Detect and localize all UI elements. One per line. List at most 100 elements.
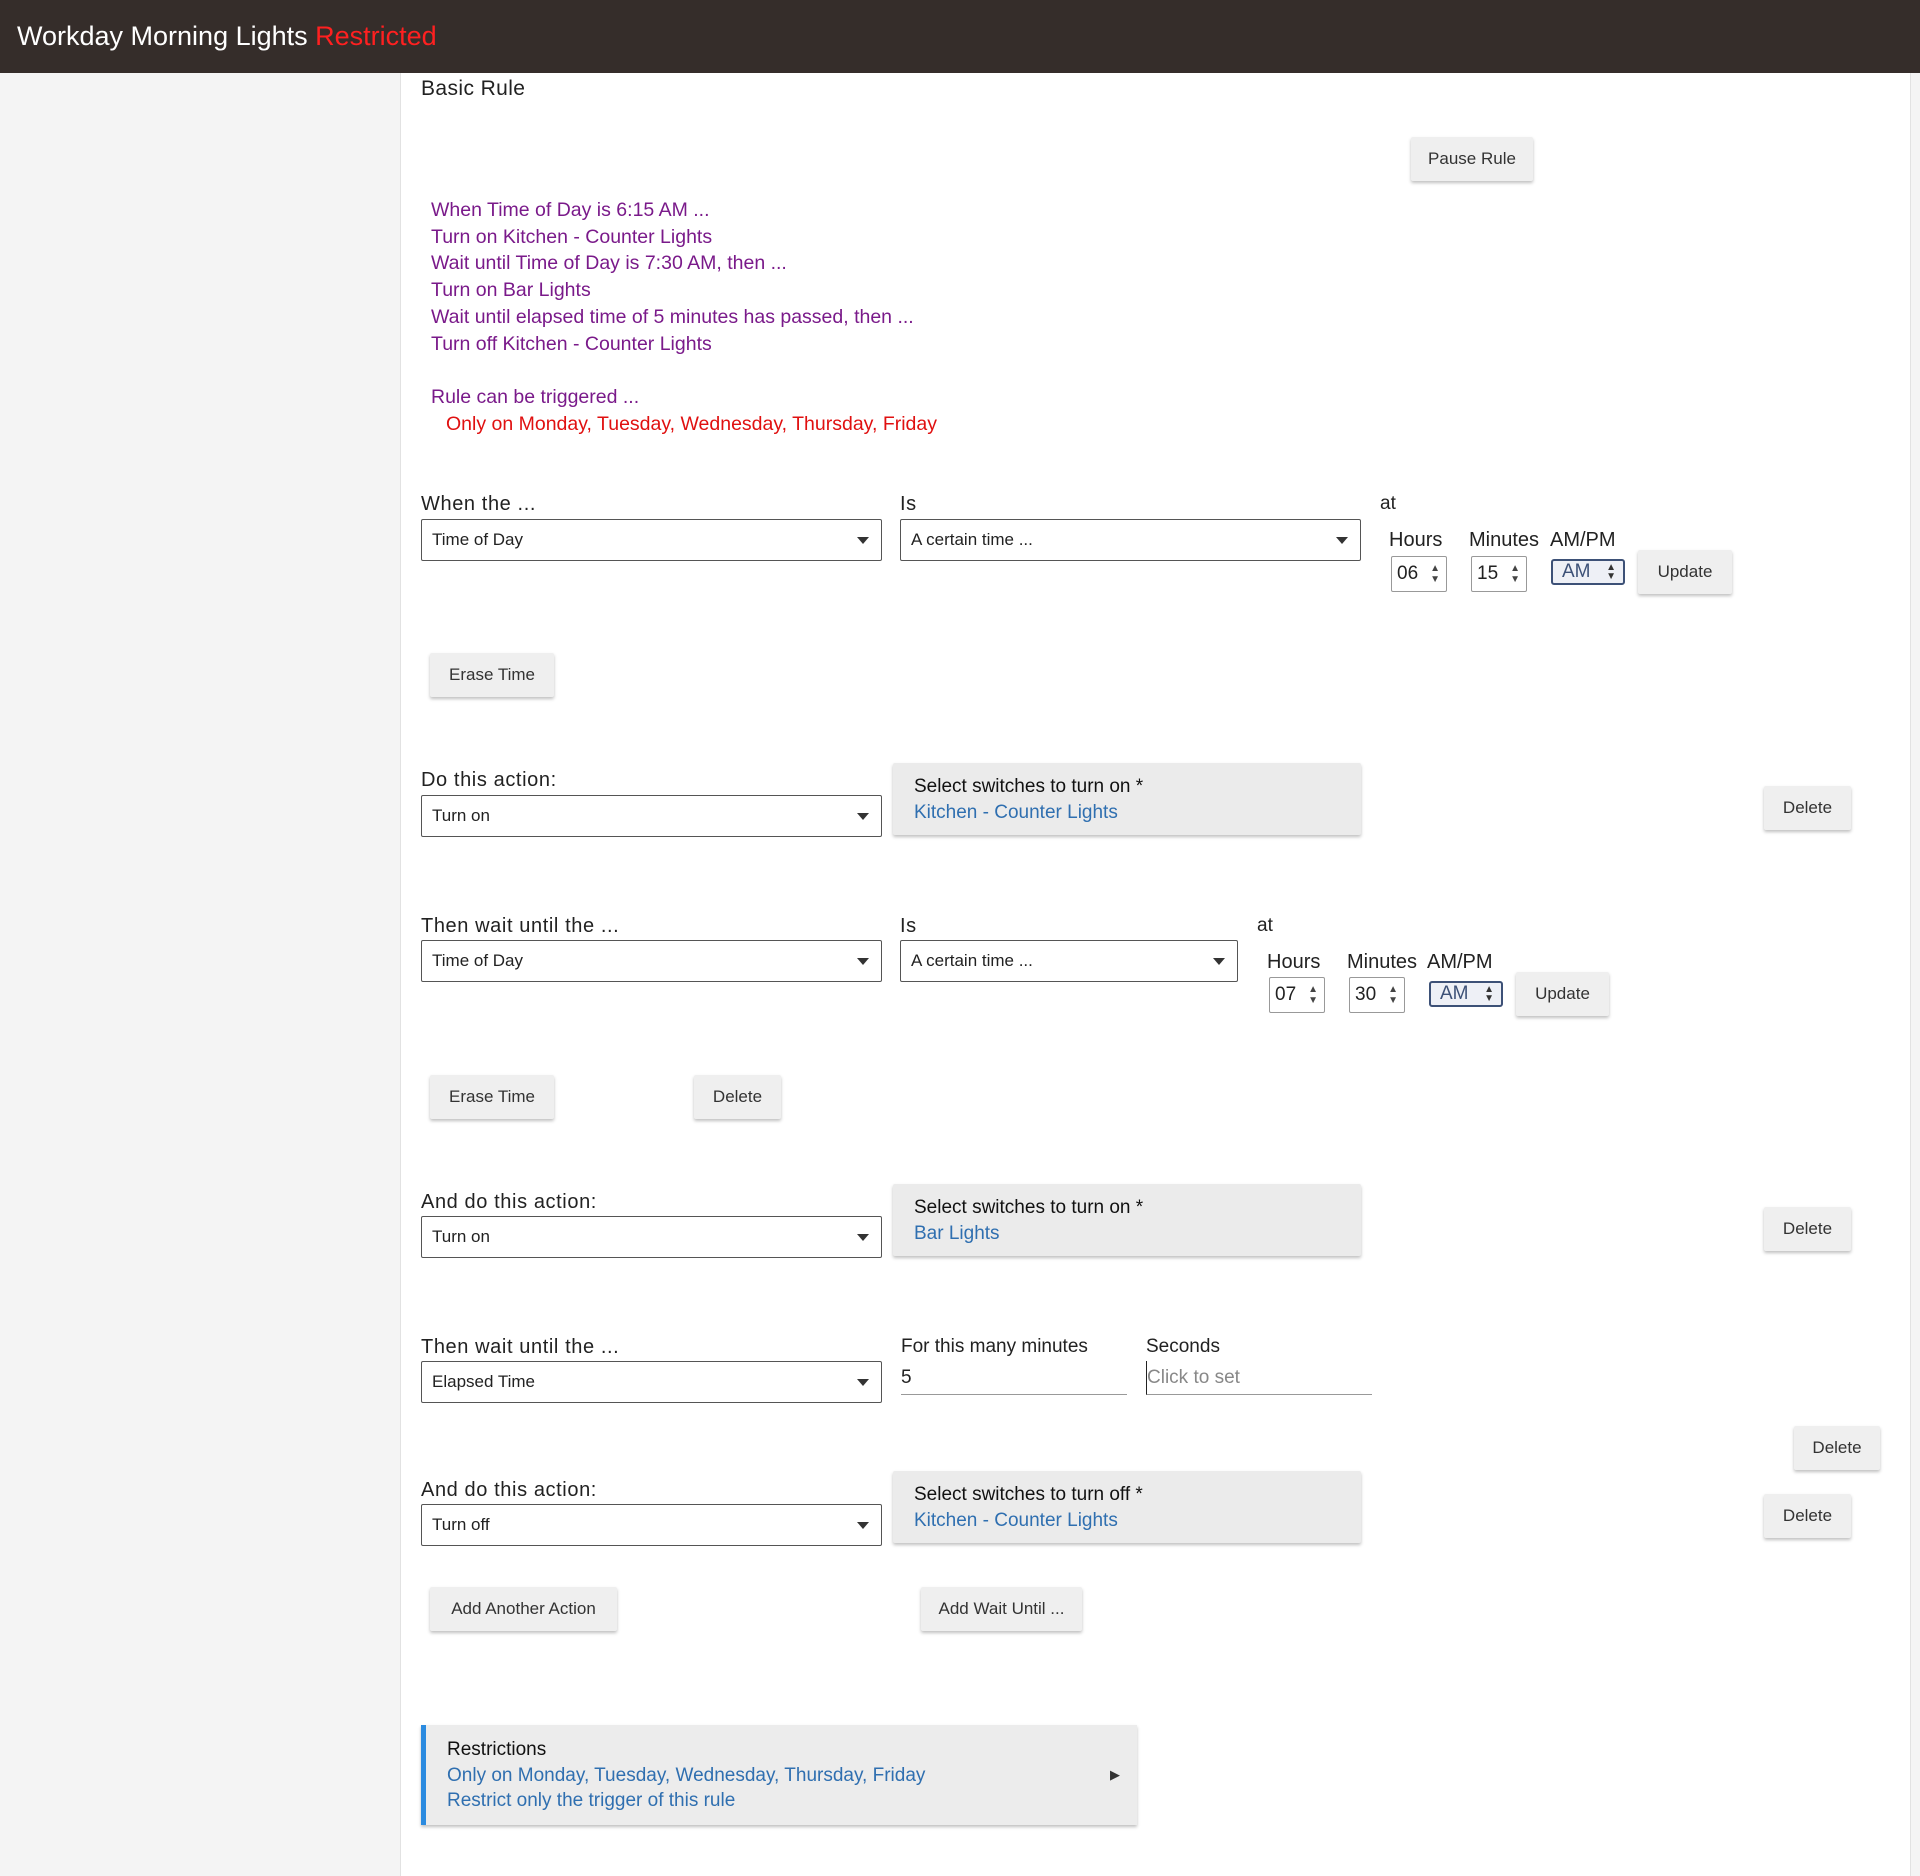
minutes-input[interactable]: 15 ▲ ▼ [1471, 556, 1527, 592]
hours-input[interactable]: 07 ▲ ▼ [1269, 977, 1325, 1013]
ampm-value: AM [1440, 983, 1469, 1004]
action-label: And do this action: [421, 1191, 597, 1213]
restriction-scope: Restrict only the trigger of this rule [447, 1790, 736, 1811]
expand-arrow-icon: ▶ [1110, 1767, 1120, 1782]
chevron-down-icon [1336, 537, 1348, 544]
wait-condition-select[interactable]: Time of Day [421, 940, 882, 982]
trigger-capability-select[interactable]: Time of Day [421, 519, 882, 561]
switch-picker-card[interactable]: Select switches to turn on * Kitchen - C… [893, 763, 1361, 835]
switch-picker-card[interactable]: Select switches to turn off * Kitchen - … [893, 1471, 1361, 1543]
wait-condition-select[interactable]: Elapsed Time [421, 1361, 882, 1403]
add-another-action-button[interactable]: Add Another Action [430, 1587, 617, 1631]
chevron-down-icon [857, 813, 869, 820]
erase-time-button[interactable]: Erase Time [430, 1075, 554, 1119]
chevron-down-icon [857, 1379, 869, 1386]
hours-value: 07 [1275, 984, 1297, 1005]
rule-name: Workday Morning Lights [17, 21, 308, 51]
select-value: A certain time ... [911, 530, 1033, 549]
section-title: Basic Rule [421, 77, 526, 100]
minutes-label: Minutes [1469, 529, 1540, 551]
switch-picker-title: Select switches to turn off * [914, 1484, 1143, 1505]
update-time-button[interactable]: Update [1516, 972, 1609, 1016]
app-title: Workday Morning Lights Restricted [17, 0, 437, 73]
updown-arrows-icon: ▲ ▼ [1606, 562, 1616, 582]
delete-action-button[interactable]: Delete [1764, 1207, 1851, 1251]
ampm-select[interactable]: AM ▲ ▼ [1429, 981, 1503, 1007]
select-value: Elapsed Time [432, 1372, 535, 1391]
spinner-arrows-icon: ▲ ▼ [1430, 563, 1440, 585]
minutes-field-label: For this many minutes [901, 1336, 1088, 1357]
delete-action-button[interactable]: Delete [1764, 1494, 1851, 1538]
update-time-button[interactable]: Update [1638, 550, 1732, 594]
at-label: at [1257, 915, 1273, 936]
action-label: Do this action: [421, 769, 557, 791]
chevron-down-icon [1213, 958, 1225, 965]
restriction-description: Only on Monday, Tuesday, Wednesday, Thur… [446, 412, 937, 435]
delete-action-button[interactable]: Delete [1764, 786, 1851, 830]
action-label: And do this action: [421, 1479, 597, 1501]
spinner-arrows-icon: ▲ ▼ [1510, 563, 1520, 585]
is-label: Is [900, 915, 917, 937]
erase-time-button[interactable]: Erase Time [430, 653, 554, 697]
description-line: When Time of Day is 6:15 AM ... [431, 199, 710, 221]
hours-label: Hours [1389, 529, 1443, 551]
switch-picker-value: Kitchen - Counter Lights [914, 802, 1118, 823]
switch-picker-card[interactable]: Select switches to turn on * Bar Lights [893, 1184, 1361, 1256]
spinner-arrows-icon: ▲ ▼ [1308, 984, 1318, 1006]
switch-picker-value: Bar Lights [914, 1223, 1000, 1244]
rule-description: When Time of Day is 6:15 AM ... Turn on … [431, 197, 937, 437]
updown-arrows-icon: ▲ ▼ [1484, 984, 1494, 1004]
chevron-down-icon [857, 958, 869, 965]
select-value: Turn on [432, 806, 490, 825]
ampm-label: AM/PM [1550, 529, 1616, 551]
restrictions-title: Restrictions [447, 1739, 547, 1760]
chevron-down-icon [857, 537, 869, 544]
description-line: Wait until Time of Day is 7:30 AM, then … [431, 252, 787, 275]
wait-comparison-select[interactable]: A certain time ... [900, 940, 1238, 982]
ampm-value: AM [1562, 561, 1591, 582]
restriction-days: Only on Monday, Tuesday, Wednesday, Thur… [447, 1765, 926, 1786]
description-line: Turn on Bar Lights [431, 279, 591, 302]
chevron-down-icon [857, 1234, 869, 1241]
add-wait-until-button[interactable]: Add Wait Until ... [921, 1587, 1082, 1631]
description-line: Turn on Kitchen - Counter Lights [431, 225, 713, 248]
action-select[interactable]: Turn on [421, 795, 882, 837]
spinner-arrows-icon: ▲ ▼ [1388, 984, 1398, 1006]
action-select[interactable]: Turn off [421, 1504, 882, 1546]
select-value: Time of Day [432, 530, 524, 549]
delete-wait-button[interactable]: Delete [694, 1075, 781, 1119]
rule-panel: Basic Rule Pause Rule When Time of Day i… [400, 73, 1911, 1876]
select-value: Turn on [432, 1227, 490, 1246]
trigger-comparison-select[interactable]: A certain time ... [900, 519, 1361, 561]
minutes-label: Minutes [1347, 951, 1418, 973]
ampm-label: AM/PM [1427, 951, 1493, 973]
hours-value: 06 [1397, 563, 1419, 584]
when-label: When the ... [421, 493, 537, 515]
pause-rule-button[interactable]: Pause Rule [1411, 137, 1533, 181]
is-label: Is [900, 493, 917, 515]
hours-label: Hours [1267, 951, 1321, 973]
minutes-value: 15 [1477, 563, 1499, 584]
chevron-down-icon [857, 1522, 869, 1529]
wait-label: Then wait until the ... [421, 915, 620, 937]
action-select[interactable]: Turn on [421, 1216, 882, 1258]
description-line: Turn off Kitchen - Counter Lights [431, 332, 712, 355]
minutes-input[interactable]: 30 ▲ ▼ [1349, 977, 1405, 1013]
minutes-value: 30 [1355, 984, 1377, 1005]
switch-picker-title: Select switches to turn on * [914, 1197, 1144, 1218]
hours-input[interactable]: 06 ▲ ▼ [1391, 556, 1447, 592]
description-line: Wait until elapsed time of 5 minutes has… [431, 305, 914, 328]
trigger-description: Rule can be triggered ... [431, 385, 640, 408]
restricted-status: Restricted [315, 21, 437, 51]
restrictions-panel[interactable]: Restrictions Only on Monday, Tuesday, We… [421, 1725, 1137, 1825]
app-header: Workday Morning Lights Restricted [0, 0, 1920, 73]
ampm-select[interactable]: AM ▲ ▼ [1551, 559, 1625, 585]
switch-picker-title: Select switches to turn on * [914, 776, 1144, 797]
elapsed-minutes-input[interactable]: 5 [901, 1361, 1127, 1395]
at-label: at [1380, 493, 1396, 514]
select-value: Turn off [432, 1515, 490, 1534]
select-value: Time of Day [432, 951, 524, 970]
switch-picker-value: Kitchen - Counter Lights [914, 1510, 1118, 1531]
elapsed-seconds-input[interactable]: Click to set [1146, 1361, 1372, 1395]
delete-wait-button[interactable]: Delete [1794, 1426, 1880, 1470]
